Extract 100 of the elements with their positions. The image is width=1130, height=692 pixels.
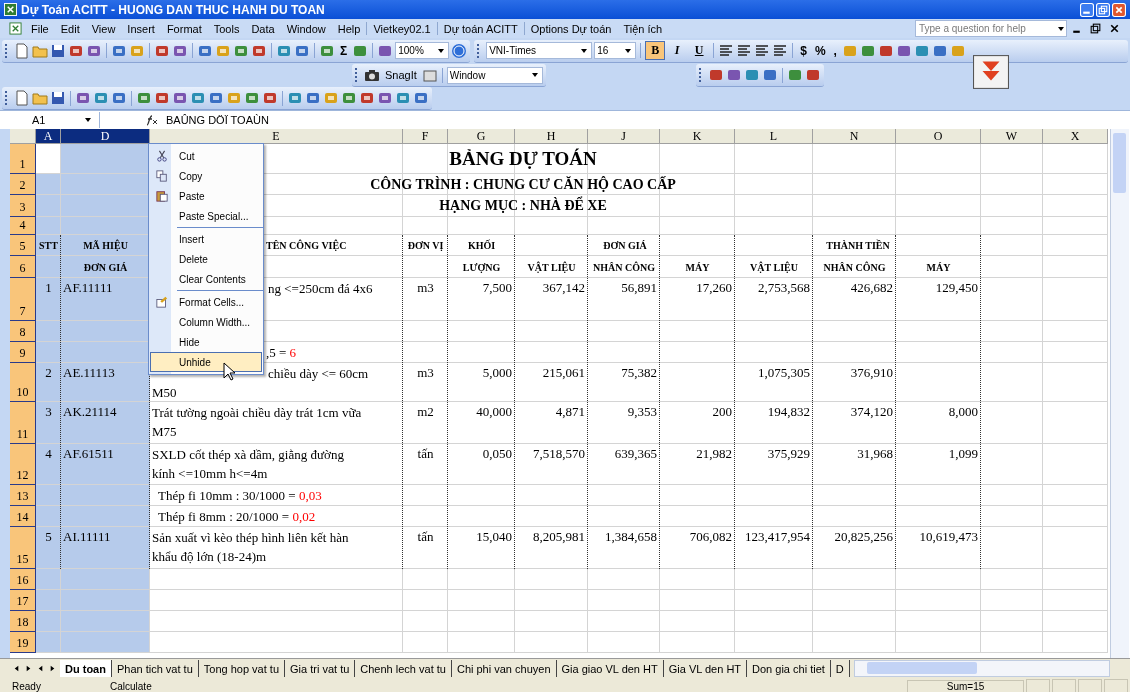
row-header[interactable]: 6: [10, 256, 36, 278]
toolbar-icon[interactable]: [761, 67, 778, 83]
column-header[interactable]: J: [588, 129, 660, 144]
workbook-icon[interactable]: [9, 22, 22, 35]
context-menu-item[interactable]: Format Cells...: [150, 292, 262, 312]
menu-item[interactable]: Insert: [121, 22, 161, 35]
help-search-field[interactable]: Type a question for help: [915, 20, 1067, 37]
number-format-button[interactable]: %: [811, 43, 829, 58]
toolbar-icon[interactable]: [804, 67, 821, 83]
close-icon[interactable]: [1108, 22, 1121, 35]
context-menu-item[interactable]: Paste: [150, 186, 262, 206]
menu-item[interactable]: Help: [331, 22, 367, 35]
toolbar-icon[interactable]: [341, 90, 357, 106]
help-icon[interactable]: [451, 42, 468, 59]
menu-item[interactable]: Tiện ích: [617, 22, 669, 35]
toolbar-icon[interactable]: [172, 90, 188, 106]
toolbar-icon[interactable]: [725, 67, 742, 83]
column-header[interactable]: W: [981, 129, 1043, 144]
menu-item[interactable]: Data: [245, 22, 281, 35]
horizontal-scrollbar[interactable]: [853, 660, 1110, 677]
column-header[interactable]: H: [515, 129, 588, 144]
toolbar-icon[interactable]: [111, 90, 127, 106]
column-header[interactable]: O: [896, 129, 981, 144]
toolbar-icon[interactable]: [707, 67, 724, 83]
document-icon[interactable]: [14, 90, 30, 106]
row-header[interactable]: 7: [10, 278, 36, 321]
row-header[interactable]: 18: [10, 611, 36, 632]
context-menu-item[interactable]: Delete: [150, 249, 262, 269]
row-header[interactable]: 14: [10, 506, 36, 527]
column-header[interactable]: D: [61, 129, 150, 144]
toolbar-icon[interactable]: [136, 90, 152, 106]
function-icon[interactable]: [144, 114, 160, 126]
column-header[interactable]: L: [735, 129, 813, 144]
row-header[interactable]: 13: [10, 485, 36, 506]
toolbar-icon[interactable]: [421, 67, 438, 83]
row-header[interactable]: 15: [10, 527, 36, 569]
zoom-dropdown[interactable]: 100%: [395, 42, 450, 59]
row-header[interactable]: 5: [10, 235, 36, 256]
snagit-button[interactable]: SnagIt: [382, 69, 420, 81]
number-format-button[interactable]: $: [797, 43, 810, 58]
column-header[interactable]: K: [660, 129, 735, 144]
number-format-button[interactable]: ,: [830, 43, 840, 58]
context-menu-item[interactable]: Insert: [150, 229, 262, 249]
dropdown-arrow-icon[interactable]: [624, 46, 633, 55]
column-header[interactable]: F: [403, 129, 448, 144]
toolbar-icon[interactable]: [208, 90, 224, 106]
dropdown-arrow-icon[interactable]: [1057, 24, 1065, 33]
menu-item[interactable]: Window: [280, 22, 332, 35]
row-header[interactable]: 3: [10, 195, 36, 217]
row-header[interactable]: 4: [10, 217, 36, 235]
font-dropdown[interactable]: VNI-Times: [486, 42, 593, 59]
toolbar-icon[interactable]: [75, 90, 91, 106]
column-header[interactable]: X: [1043, 129, 1108, 144]
dropdown-arrow-icon[interactable]: [530, 71, 539, 79]
row-header[interactable]: 9: [10, 342, 36, 363]
context-menu-item[interactable]: Hide: [150, 332, 262, 352]
column-header[interactable]: A: [36, 129, 61, 144]
row-header[interactable]: 16: [10, 569, 36, 590]
toolbar-icon[interactable]: [190, 90, 206, 106]
toolbar-icon[interactable]: [377, 90, 393, 106]
toolbar-icon[interactable]: [395, 90, 411, 106]
row-header[interactable]: 10: [10, 363, 36, 402]
menu-item[interactable]: Dự toán ACITT: [437, 22, 524, 35]
row-header[interactable]: 1: [10, 144, 36, 174]
toolbar-icon[interactable]: [262, 90, 278, 106]
sheet-tab[interactable]: Du toan: [60, 660, 112, 677]
dropdown-arrow-icon[interactable]: [580, 46, 589, 55]
text-style-button[interactable]: U: [689, 41, 710, 60]
toolbar-icon[interactable]: [743, 67, 760, 83]
text-style-button[interactable]: B: [645, 41, 666, 60]
dropdown-arrow-icon[interactable]: [437, 46, 446, 55]
column-header[interactable]: N: [813, 129, 896, 144]
menu-item[interactable]: Edit: [54, 22, 86, 35]
menu-item[interactable]: Options Dự toán: [524, 22, 618, 35]
menu-item[interactable]: File: [25, 22, 55, 35]
camera-icon[interactable]: [364, 67, 380, 83]
row-header[interactable]: 12: [10, 444, 36, 485]
name-box[interactable]: A1: [0, 112, 100, 128]
menu-item[interactable]: Format: [160, 22, 208, 35]
vertical-scrollbar[interactable]: [1110, 129, 1129, 658]
menu-item[interactable]: Tools: [207, 22, 246, 35]
capture-mode-dropdown[interactable]: Window: [446, 66, 543, 84]
row-header[interactable]: 11: [10, 402, 36, 444]
row-header[interactable]: 17: [10, 590, 36, 611]
toolbar-icon[interactable]: [287, 90, 303, 106]
formula-field[interactable]: BAÛNG DÖÏ TOAÙN: [166, 114, 269, 126]
align-icon[interactable]: [736, 42, 753, 59]
toolbar-icon[interactable]: [786, 67, 803, 83]
restore-icon[interactable]: [1089, 22, 1102, 35]
toolbar-icon[interactable]: [93, 90, 109, 106]
row-header[interactable]: 8: [10, 321, 36, 342]
align-icon[interactable]: [718, 42, 735, 59]
font-size-dropdown[interactable]: 16: [594, 42, 637, 59]
toolbar-icon[interactable]: [244, 90, 260, 106]
toolbar-icon[interactable]: [305, 90, 321, 106]
autosum-button[interactable]: Σ: [337, 43, 351, 58]
menu-item[interactable]: Vietkey02.1: [367, 22, 437, 35]
context-menu-item[interactable]: Copy: [150, 166, 262, 186]
context-menu-item[interactable]: Paste Special...: [150, 206, 262, 226]
context-menu-item[interactable]: Unhide: [150, 352, 262, 372]
